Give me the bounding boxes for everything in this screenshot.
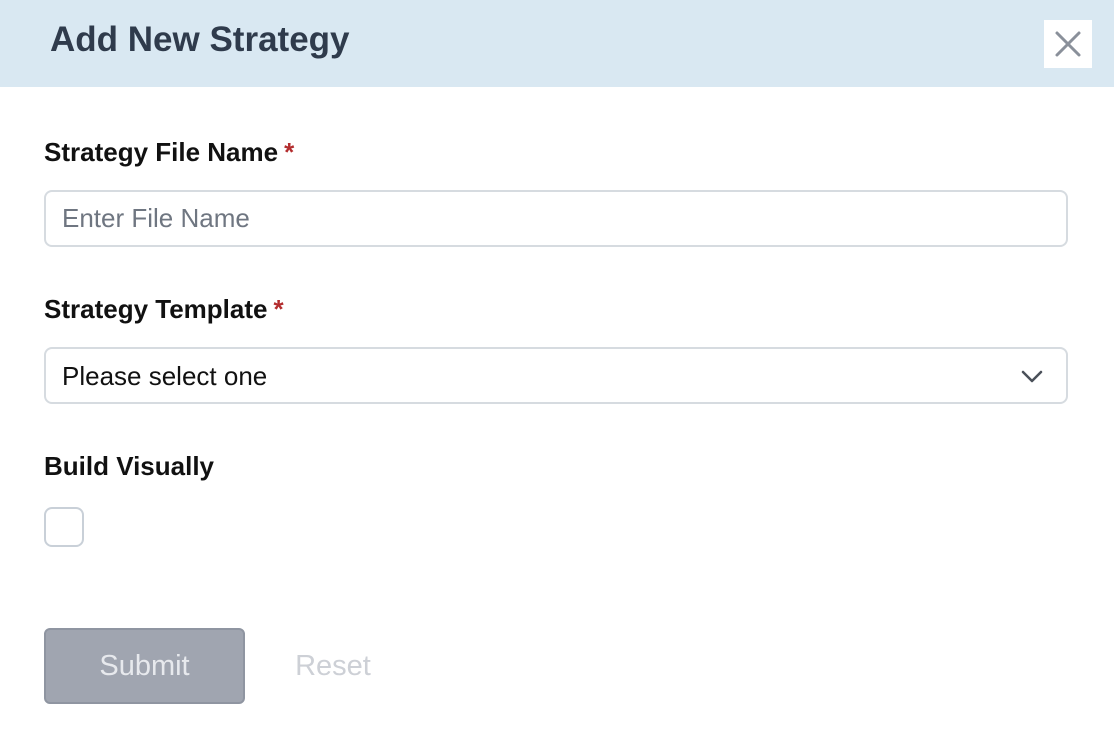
build-visually-label: Build Visually	[44, 451, 215, 481]
strategy-template-select[interactable]: Please select one	[44, 347, 1068, 404]
strategy-file-name-input[interactable]	[44, 190, 1068, 247]
submit-button[interactable]: Submit	[44, 628, 245, 704]
chevron-down-icon	[1021, 370, 1043, 383]
build-visually-checkbox[interactable]	[44, 507, 84, 547]
add-strategy-modal: Add New Strategy Strategy File Name* Str…	[0, 0, 1114, 746]
strategy-file-name-label: Strategy File Name *	[44, 136, 294, 168]
strategy-template-label-text: Strategy Template	[44, 294, 268, 324]
required-asterisk: *	[284, 137, 295, 167]
strategy-file-name-label-text: Strategy File Name	[44, 137, 279, 167]
modal-header: Add New Strategy	[0, 0, 1114, 87]
strategy-template-selected-value: Please select one	[62, 361, 268, 391]
close-button[interactable]	[1044, 20, 1092, 68]
reset-button[interactable]: Reset	[270, 628, 396, 704]
required-asterisk: *	[273, 294, 284, 324]
close-icon	[1055, 31, 1081, 57]
modal-title: Add New Strategy	[50, 20, 350, 59]
strategy-template-label: Strategy Template *	[44, 293, 284, 325]
